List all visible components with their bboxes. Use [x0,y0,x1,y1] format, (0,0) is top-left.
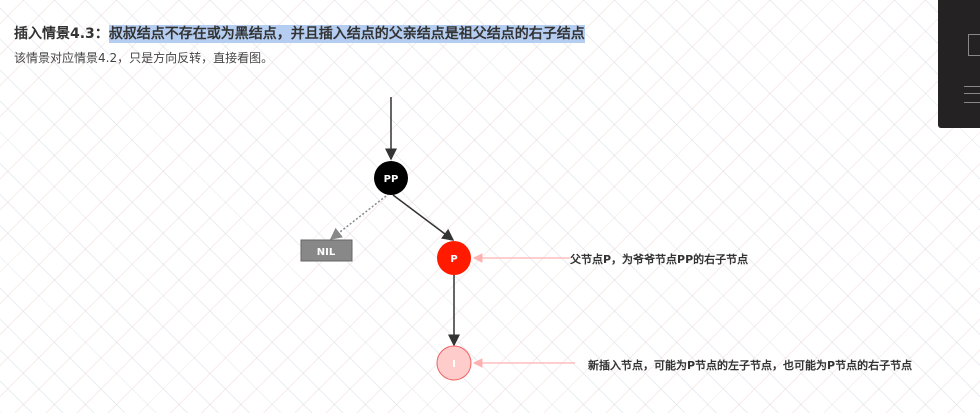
menu-icon[interactable] [964,86,980,103]
page-icon[interactable] [968,34,980,56]
edge-pp-nil [329,195,387,240]
node-pp: PP [374,161,408,195]
annotation-p: 父节点P，为爷爷节点PP的右子节点 [570,253,749,266]
edge-pp-p [392,194,455,241]
node-pp-label: PP [384,174,399,185]
node-i: I [436,345,472,381]
node-nil-label: NIL [317,247,336,258]
node-p: P [437,241,471,275]
node-p-label: P [450,254,457,265]
side-toolbar [938,0,980,128]
node-nil: NIL [300,239,353,262]
node-i-label: I [452,359,456,370]
annotation-i: 新插入节点，可能为P节点的左子节点，也可能为P节点的右子节点 [588,359,913,372]
tree-diagram: PP NIL P I [300,97,575,381]
